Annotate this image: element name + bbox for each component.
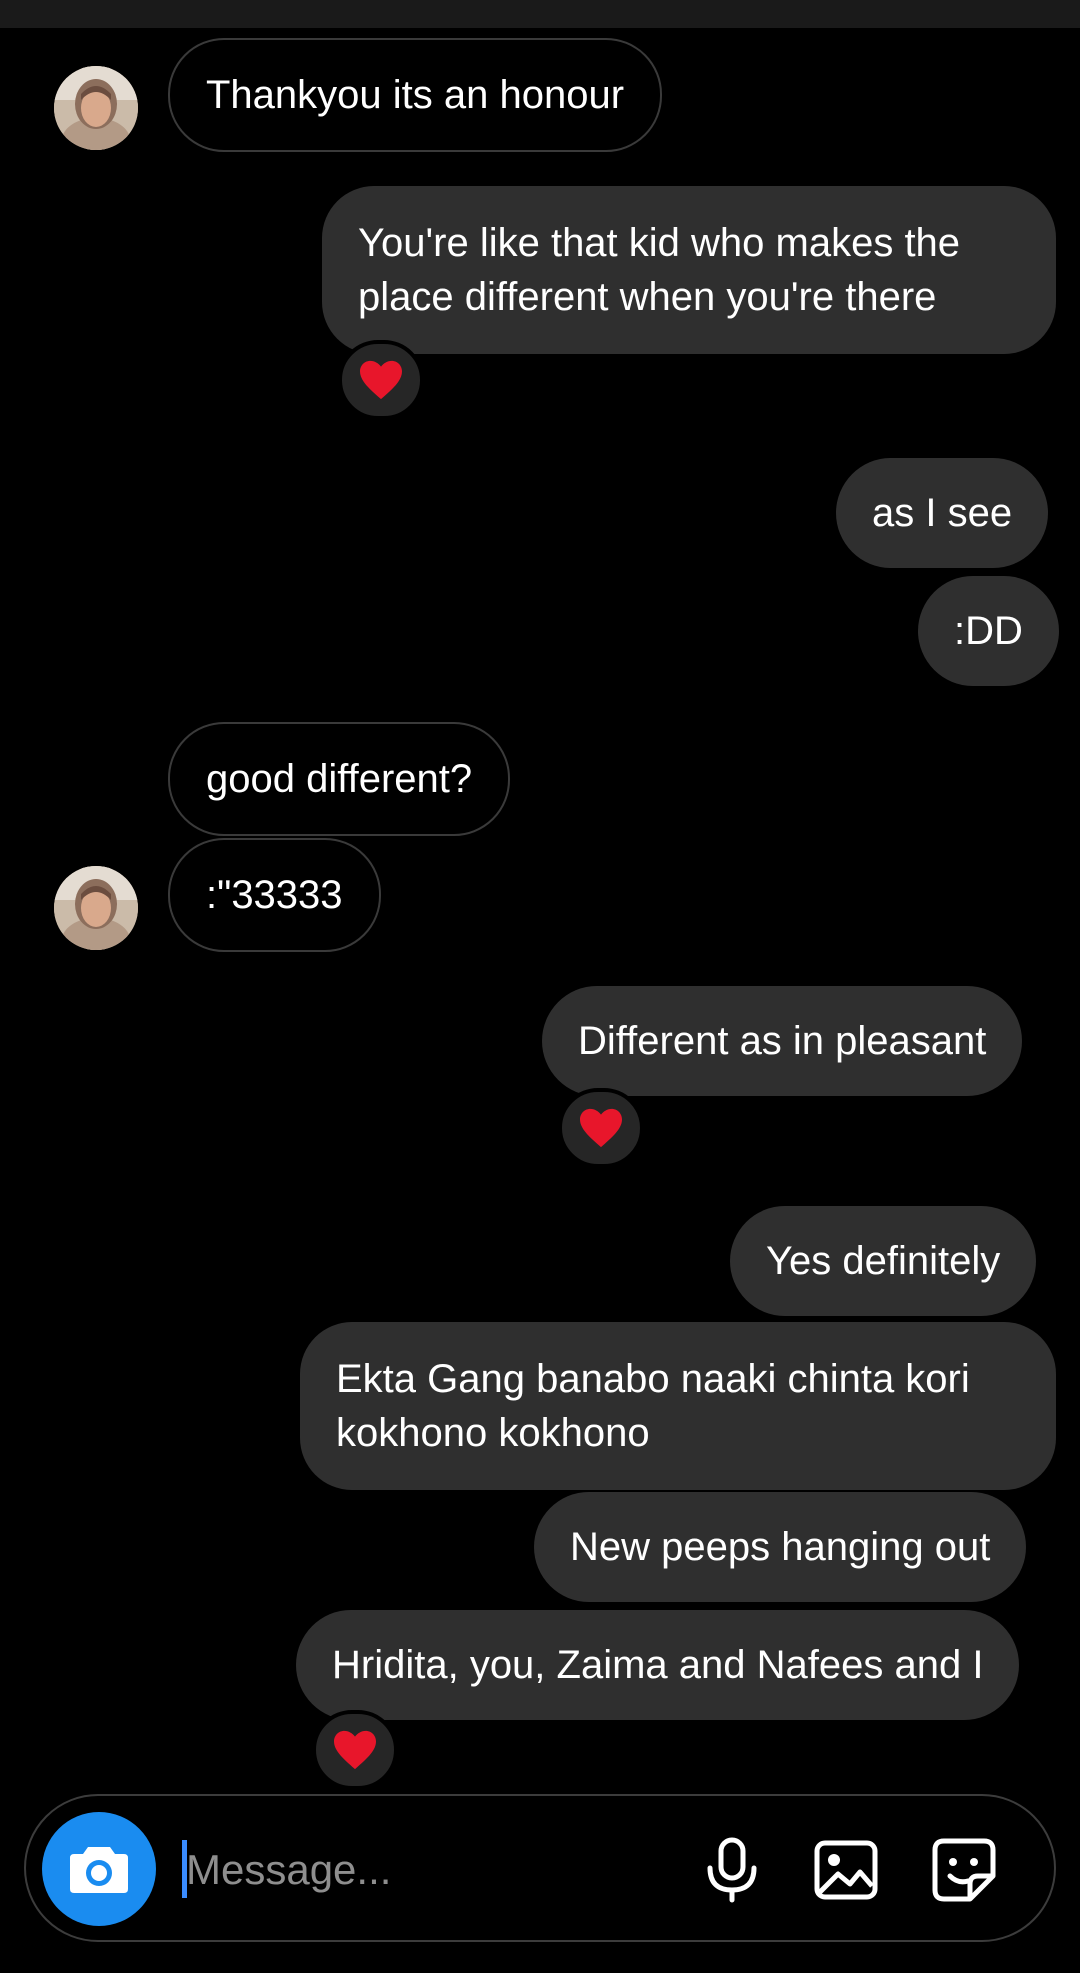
sticker-icon[interactable] (930, 1836, 998, 1904)
message-text: Hridita, you, Zaima and Nafees and I (332, 1643, 984, 1687)
message-text: Ekta Gang banabo naaki chinta kori kokho… (336, 1357, 970, 1455)
message-bubble-outgoing[interactable]: as I see (836, 458, 1049, 568)
heart-icon (360, 360, 402, 400)
contact-avatar[interactable] (54, 66, 138, 150)
microphone-icon[interactable] (698, 1836, 766, 1904)
camera-icon (70, 1847, 128, 1893)
message-text: Yes definitely (766, 1239, 1001, 1283)
message-text: :DD (954, 609, 1023, 653)
message-composer (24, 1794, 1056, 1942)
gallery-icon[interactable] (812, 1836, 880, 1904)
message-bubble-outgoing[interactable]: Yes definitely (730, 1206, 1037, 1316)
message-bubble-outgoing[interactable]: :DD (918, 576, 1059, 686)
message-bubble-outgoing[interactable]: Different as in pleasant (542, 986, 1023, 1096)
message-bubble-incoming[interactable]: Thankyou its an honour (168, 38, 663, 152)
message-bubble-outgoing[interactable]: New peeps hanging out (534, 1492, 1027, 1602)
message-text: You're like that kid who makes the place… (358, 221, 961, 319)
heart-reaction[interactable] (338, 340, 424, 420)
message-text: :"33333 (206, 873, 343, 917)
camera-button[interactable] (42, 1812, 156, 1926)
heart-icon (334, 1730, 376, 1770)
message-text: New peeps hanging out (570, 1525, 991, 1569)
heart-reaction[interactable] (312, 1710, 398, 1790)
message-text: Thankyou its an honour (206, 73, 625, 117)
chat-thread[interactable]: Thankyou its an honour You're like that … (0, 0, 1080, 1790)
message-input[interactable] (186, 1832, 546, 1908)
message-text: as I see (872, 491, 1013, 535)
heart-reaction[interactable] (558, 1088, 644, 1168)
message-text: good different? (206, 757, 473, 801)
message-text: Different as in pleasant (578, 1019, 987, 1063)
message-bubble-outgoing[interactable]: Ekta Gang banabo naaki chinta kori kokho… (300, 1322, 1056, 1490)
message-bubble-outgoing[interactable]: You're like that kid who makes the place… (322, 186, 1056, 354)
message-bubble-outgoing[interactable]: Hridita, you, Zaima and Nafees and I (296, 1610, 1020, 1720)
heart-icon (580, 1108, 622, 1148)
contact-avatar[interactable] (54, 866, 138, 950)
message-bubble-incoming[interactable]: good different? (168, 722, 511, 836)
message-bubble-incoming[interactable]: :"33333 (168, 838, 381, 952)
